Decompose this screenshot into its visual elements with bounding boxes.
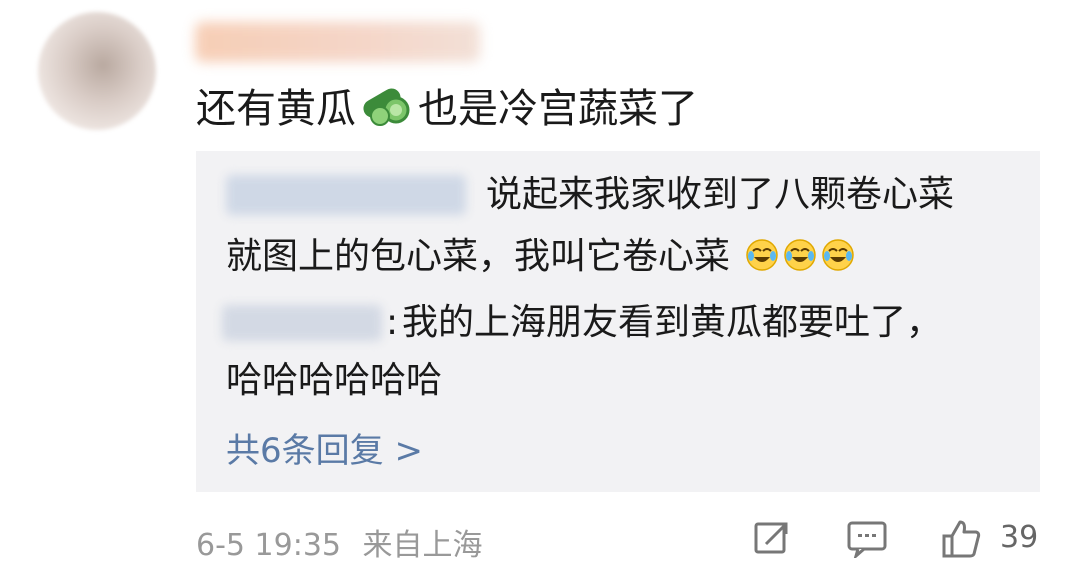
comment-source: 来自上海 (362, 528, 483, 563)
avatar[interactable] (38, 12, 156, 130)
reply-1-line-2: 就图上的包心菜，我叫它卷心菜 (226, 233, 855, 285)
reply-1-line-1: 说起来我家收到了八颗卷心菜 (486, 174, 955, 215)
like-icon[interactable] (940, 518, 984, 564)
comment-text-after: 也是冷宫蔬菜了 (418, 86, 698, 132)
cucumber-icon (358, 80, 416, 141)
reply-username-1[interactable] (226, 175, 466, 215)
reply-username-2[interactable] (222, 305, 382, 341)
comment-icon[interactable] (846, 518, 888, 562)
reply-2-separator: : (386, 302, 399, 343)
reply-1-line-2-text: 就图上的包心菜，我叫它卷心菜 (226, 236, 731, 277)
username-blurred[interactable] (195, 22, 480, 62)
comment-meta: 6-5 19:35 来自上海 (196, 520, 483, 564)
comment-text-before: 还有黄瓜 (196, 86, 356, 132)
comment-date: 6-5 19:35 (196, 528, 341, 563)
laugh-cry-icon (821, 237, 855, 285)
share-icon[interactable] (752, 518, 792, 562)
laugh-cry-icon (745, 237, 779, 285)
view-more-replies-link[interactable]: 共6条回复 > (226, 423, 423, 472)
comment-text: 还有黄瓜 也是冷宫蔬菜了 (196, 80, 698, 141)
laugh-cry-icon (783, 237, 817, 285)
reply-box: 说起来我家收到了八颗卷心菜 就图上的包心菜，我叫它卷心菜 : 我的上海朋友看到黄… (196, 151, 1040, 492)
like-count: 39 (1000, 520, 1039, 555)
reply-2-line-1: 我的上海朋友看到黄瓜都要吐了， (402, 302, 943, 343)
reply-2-line-2: 哈哈哈哈哈哈 (226, 360, 443, 401)
